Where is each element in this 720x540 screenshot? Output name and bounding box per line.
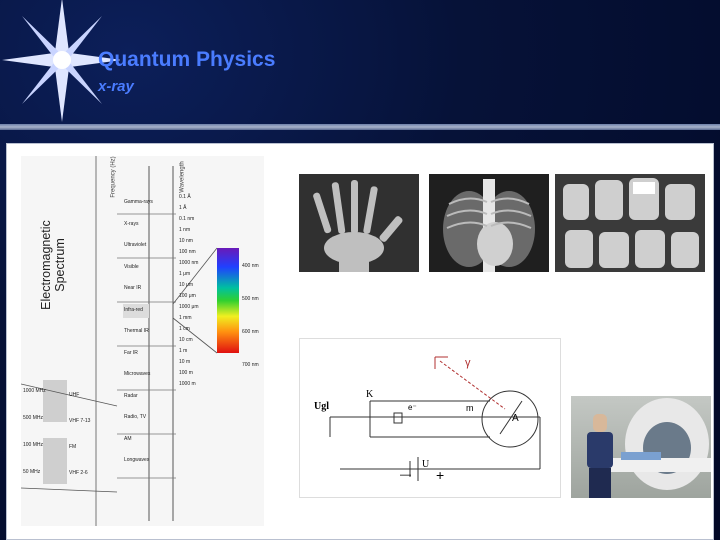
wl-tick: 1 Å [179, 205, 187, 211]
radio-band: UHF [69, 392, 80, 398]
band-radio-tv: Radio, TV [124, 414, 147, 420]
radio-band-labels: UHF VHF 7-13 FM VHF 2-6 [69, 382, 90, 486]
wl-tick: 100 m [179, 370, 193, 376]
plus-sign: + [436, 467, 445, 483]
gamma-label: γ [465, 357, 471, 369]
spectrum-heading-line2: Spectrum [53, 238, 67, 292]
dental-xray-image [555, 174, 705, 272]
wl-tick: 1 m [179, 348, 188, 354]
mass-label: m [466, 403, 474, 413]
wl-tick: 1 mm [179, 315, 192, 321]
slide-subtitle: x-ray [98, 78, 134, 95]
band-gamma: Gamma-rays [124, 199, 153, 205]
band-radar: Radar [124, 392, 138, 399]
band-am: AM [124, 435, 132, 442]
wl-tick: 10 cm [179, 337, 193, 343]
frequency-axis-label: Frequency (Hz) [110, 156, 117, 198]
radio-band: VHF 2-6 [69, 470, 88, 476]
em-spectrum-figure: Electromagnetic Spectrum Frequency (Hz) … [21, 156, 264, 526]
freq-label: 100 MHz [23, 442, 44, 448]
wl-tick: 100 nm [179, 249, 196, 255]
wl-tick: 10 m [179, 359, 191, 365]
wl-tick: 1000 m [179, 381, 196, 387]
wl-tick: 1 cm [179, 326, 190, 332]
freq-label: 50 MHz [23, 469, 41, 475]
band-visible: Visible [124, 263, 139, 270]
band-uv: Ultraviolet [124, 242, 147, 248]
spectrum-heading-line1: Electromagnetic [39, 220, 53, 310]
radio-band: FM [69, 444, 77, 450]
wl-tick: 10 nm [179, 238, 193, 244]
wavelength-ticks: 0.1 Å 1 Å 0.1 nm 1 nm 10 nm 100 nm 1000 … [179, 192, 199, 390]
content-panel: Electromagnetic Spectrum Frequency (Hz) … [6, 143, 714, 540]
visible-light-bar [217, 248, 239, 353]
wl-tick: 1 nm [179, 227, 191, 233]
minus-sign: — [400, 469, 411, 481]
spectrum-heading: Electromagnetic Spectrum [39, 205, 67, 325]
wl-tick: 0.1 nm [179, 216, 195, 222]
header-divider [0, 124, 720, 130]
freq-label: 1000 MHz [23, 388, 46, 394]
xray-tube-diagram: γ K e⁻ m A Ugl U — + [299, 338, 561, 498]
visible-ticks: 400 nm 500 nm 600 nm 700 nm [242, 250, 259, 382]
accel-voltage-label: U [422, 459, 430, 470]
heating-voltage-label: Ugl [314, 401, 329, 412]
wl-tick: 0.1 Å [179, 194, 191, 200]
visible-tick: 600 nm [242, 329, 259, 335]
freq-label: 500 MHz [23, 415, 44, 421]
wl-tick: 1000 μm [179, 304, 199, 310]
chest-xray-image [429, 174, 549, 272]
wavelength-axis-label: Wavelength [179, 161, 186, 193]
visible-tick: 400 nm [242, 263, 259, 269]
wl-tick: 1 μm [179, 271, 191, 277]
anode-label: A [512, 413, 519, 424]
cathode-label: K [366, 389, 374, 400]
band-near-ir: Near IR [124, 285, 142, 291]
band-far-ir: Far IR [124, 349, 138, 356]
band-xrays: X-rays [124, 220, 139, 227]
wl-tick: 100 μm [179, 293, 196, 299]
wl-tick: 1000 nm [179, 260, 199, 266]
radio-band: VHF 7-13 [69, 418, 91, 424]
band-thermal-ir: Thermal IR [124, 328, 149, 334]
band-ir: Infra-red [124, 306, 143, 313]
slide-title: Quantum Physics [98, 48, 276, 71]
band-list: Gamma-rays X-rays Ultraviolet Visible Ne… [124, 192, 153, 472]
mri-scanner-photo [571, 396, 711, 498]
hand-xray-image [299, 174, 419, 272]
band-longwaves: Longwaves [124, 457, 150, 463]
band-microwaves: Microwaves [124, 371, 151, 377]
wl-tick: 10 μm [179, 282, 193, 288]
electron-label: e⁻ [408, 403, 417, 412]
radio-freq-labels: 1000 MHz 500 MHz 100 MHz 50 MHz [23, 378, 46, 486]
visible-tick: 700 nm [242, 362, 259, 368]
visible-tick: 500 nm [242, 296, 259, 302]
